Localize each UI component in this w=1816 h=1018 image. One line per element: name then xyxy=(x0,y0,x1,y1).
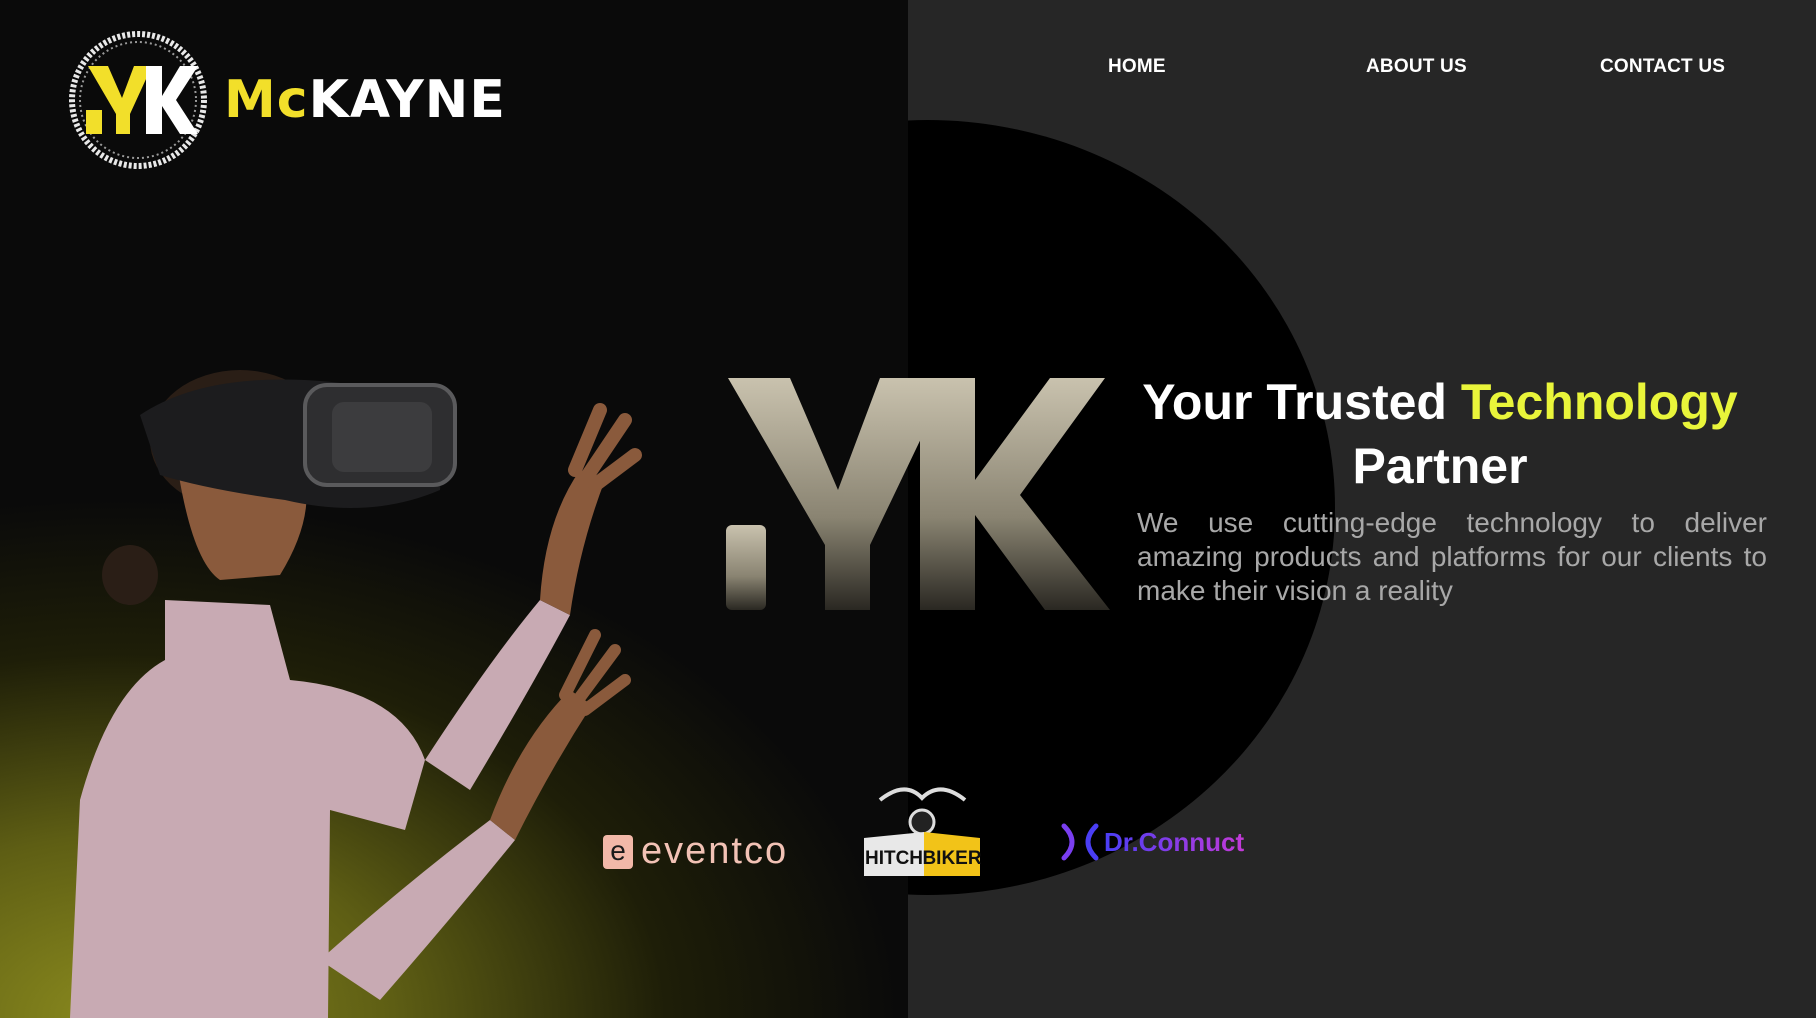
hero-headline: Your Trusted Technology Partner xyxy=(1110,370,1770,498)
hitchbiker-logo-icon[interactable]: HITCH BIKER xyxy=(860,780,984,880)
mk-logo-icon xyxy=(69,31,207,169)
drconnuct-label: Dr.Connuct xyxy=(1104,826,1245,857)
hero-subtext: We use cutting-edge technology to delive… xyxy=(1137,507,1767,606)
top-nav: HOME ABOUT US CONTACT US xyxy=(0,56,1816,86)
partner-logos: e eventco HITCH BIKER Dr.Connuct xyxy=(0,780,1816,880)
headline-part2: Partner xyxy=(1352,438,1528,494)
drconnuct-logo-icon xyxy=(1061,823,1099,861)
watermark-mk-logo-icon xyxy=(726,378,1110,610)
partner-eventco[interactable]: e eventco xyxy=(603,830,788,873)
nav-contact-link[interactable]: CONTACT US xyxy=(1600,56,1725,78)
hitchbiker-label-b: BIKER xyxy=(922,848,981,869)
headline-part1: Your Trusted xyxy=(1142,374,1461,430)
eventco-logo-icon: e xyxy=(603,834,633,869)
vr-person-illustration xyxy=(70,370,642,1018)
partner-drconnuct[interactable]: Dr.Connuct xyxy=(1058,820,1244,864)
eventco-label: eventco xyxy=(641,830,789,872)
hitchbiker-label-a: HITCH xyxy=(865,848,923,869)
headline-accent: Technology xyxy=(1460,374,1738,430)
brand-logo[interactable]: McKAYNE xyxy=(64,26,506,174)
nav-home-link[interactable]: HOME xyxy=(1108,56,1166,78)
nav-about-link[interactable]: ABOUT US xyxy=(1366,56,1467,78)
